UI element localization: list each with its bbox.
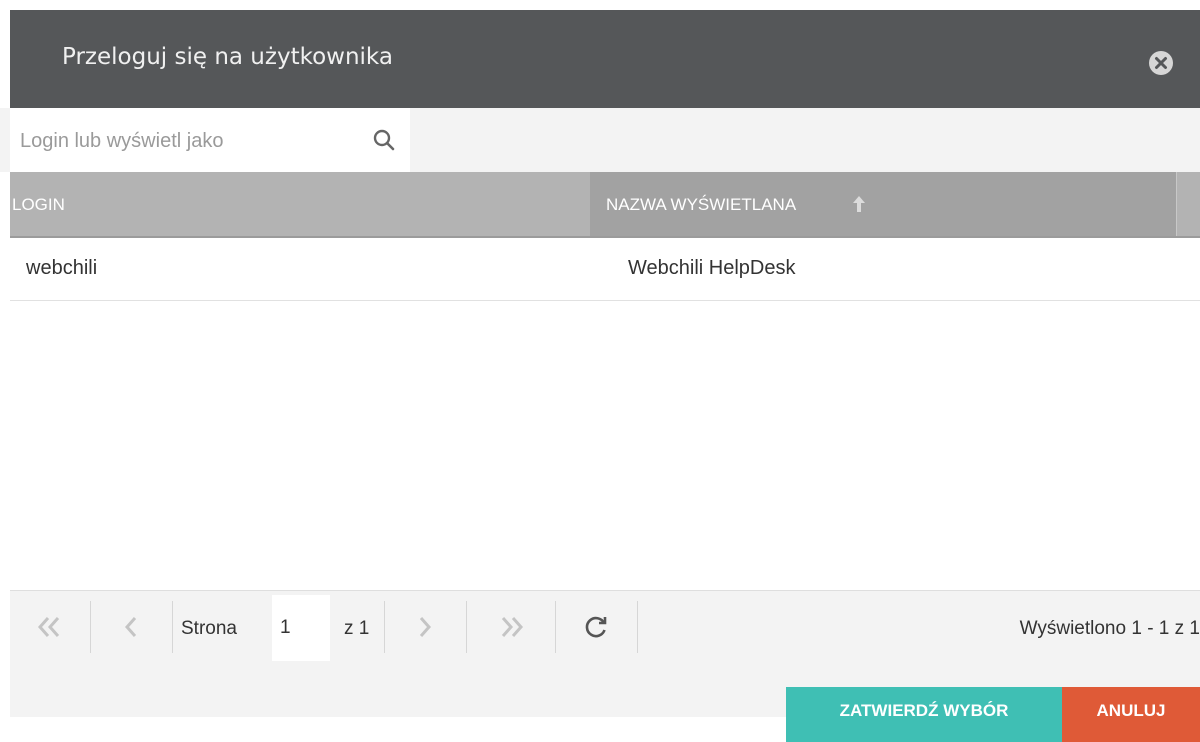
confirm-selection-button[interactable]: ZATWIERDŹ WYBÓR [786, 687, 1062, 742]
grid-header: LOGIN NAZWA WYŚWIETLANA [10, 172, 1200, 238]
first-page-icon[interactable] [10, 591, 90, 663]
dialog-footer: ZATWIERDŹ WYBÓR ANULUJ [10, 662, 1200, 742]
refresh-icon[interactable] [556, 591, 636, 663]
pager: Strona z 1 Wyświetlono 1 - 1 z 1 [10, 590, 1200, 663]
pager-info: Wyświetlono 1 - 1 z 1 [1019, 618, 1200, 639]
page-label: Strona [181, 618, 237, 639]
cancel-button[interactable]: ANULUJ [1062, 687, 1200, 742]
next-page-icon[interactable] [385, 591, 465, 663]
pager-separator [637, 601, 638, 653]
cell-display-name: Webchili HelpDesk [628, 257, 796, 279]
pager-separator [172, 601, 173, 653]
search-box [10, 108, 410, 172]
page-count-label: z 1 [344, 618, 370, 639]
search-input[interactable] [18, 126, 362, 156]
last-page-icon[interactable] [467, 591, 555, 663]
grid-body: webchili Webchili HelpDesk [10, 238, 1200, 590]
column-header-label: LOGIN [12, 195, 65, 214]
cell-login: webchili [26, 257, 98, 279]
close-icon[interactable] [1148, 50, 1174, 76]
switch-user-dialog: Przeloguj się na użytkownika LOGIN NAZWA… [0, 0, 1200, 742]
table-row[interactable]: webchili Webchili HelpDesk [10, 238, 1200, 301]
dialog-title-bar: Przeloguj się na użytkownika [10, 10, 1200, 108]
prev-page-icon[interactable] [91, 591, 171, 663]
column-header-login[interactable]: LOGIN [10, 172, 590, 236]
page-number-input[interactable] [272, 595, 330, 661]
column-header-display-name[interactable]: NAZWA WYŚWIETLANA [590, 172, 1176, 236]
column-header-label: NAZWA WYŚWIETLANA [606, 195, 797, 214]
sort-ascending-icon [853, 196, 865, 212]
search-row [0, 108, 1200, 172]
dialog-title: Przeloguj się na użytkownika [62, 44, 393, 70]
search-icon[interactable] [372, 128, 396, 152]
column-header-spacer [1176, 172, 1200, 236]
